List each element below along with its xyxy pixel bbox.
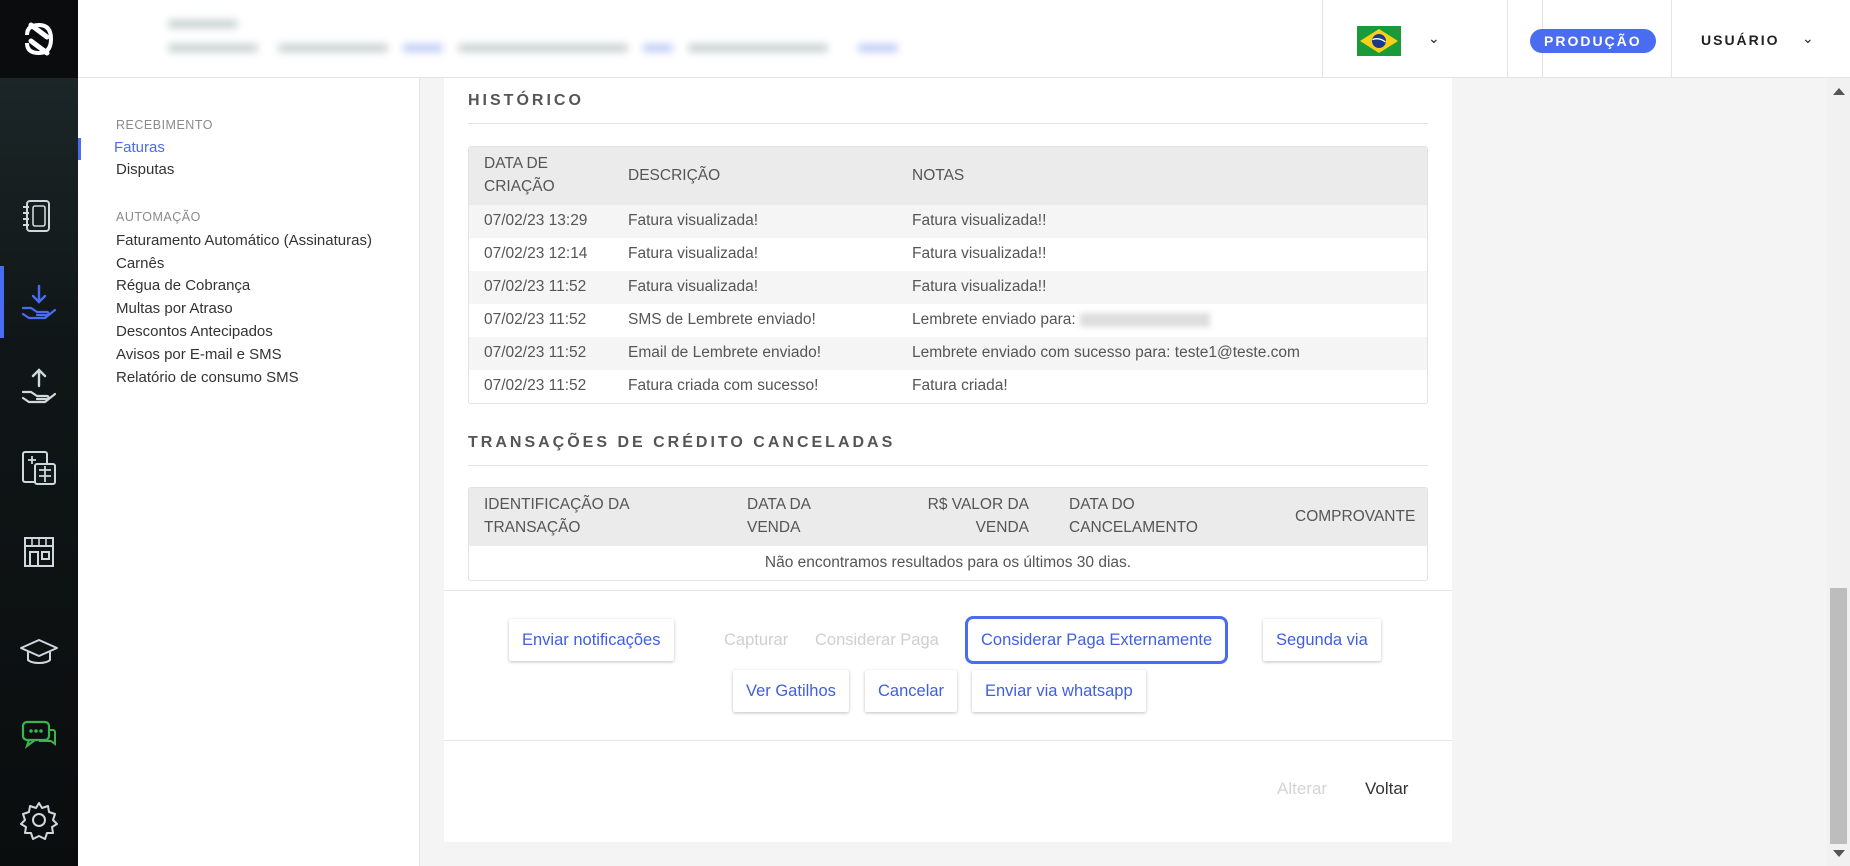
table-row: 07/02/23 12:14 Fatura visualizada! Fatur…: [469, 238, 1427, 271]
history-section-title: HISTÓRICO: [468, 92, 584, 109]
cell-notes: Lembrete enviado com sucesso para: teste…: [912, 344, 1300, 361]
sidebar-item-faturas[interactable]: Faturas: [114, 139, 165, 156]
cell-description: Fatura criada com sucesso!: [628, 377, 819, 394]
column-header-description: DESCRIÇÃO: [628, 167, 721, 184]
chat-support-icon[interactable]: [0, 700, 78, 772]
table-body: 07/02/23 13:29 Fatura visualizada! Fatur…: [469, 205, 1427, 403]
cell-notes: Fatura criada!: [912, 377, 1008, 394]
column-header-receipt: COMPROVANTE: [1295, 508, 1416, 525]
active-indicator: [78, 138, 81, 160]
user-chevron-down-icon[interactable]: ⌄: [1802, 30, 1814, 47]
scroll-up-arrow-icon[interactable]: [1833, 88, 1845, 95]
view-triggers-button[interactable]: Ver Gatilhos: [733, 670, 849, 712]
sidebar-item-carnes[interactable]: Carnês: [116, 255, 164, 272]
sidebar-item-regua-de-cobranca[interactable]: Régua de Cobrança: [116, 277, 250, 294]
column-header-cancel-date: DATA DO CANCELAMENTO: [1069, 496, 1198, 536]
history-table: DATA DE CRIAÇÃO DESCRIÇÃO NOTAS 07/02/23…: [468, 146, 1428, 404]
graduation-cap-icon[interactable]: [0, 616, 78, 688]
sidebar-item-descontos-antecipados[interactable]: Descontos Antecipados: [116, 323, 273, 340]
cell-notes: Fatura visualizada!!: [912, 212, 1047, 229]
cell-date: 07/02/23 11:52: [484, 311, 587, 328]
settings-gear-icon[interactable]: [0, 784, 78, 856]
brazil-flag-icon[interactable]: [1357, 26, 1401, 56]
back-button[interactable]: Voltar: [1365, 779, 1408, 799]
table-header: DATA DE CRIAÇÃO DESCRIÇÃO NOTAS: [469, 147, 1427, 205]
table-row: 07/02/23 13:29 Fatura visualizada! Fatur…: [469, 205, 1427, 238]
cell-notes: Fatura visualizada!!: [912, 278, 1047, 295]
cell-date: 07/02/23 11:52: [484, 344, 587, 361]
app-logo-icon[interactable]: [0, 0, 78, 78]
sidebar-item-relatorio-sms[interactable]: Relatório de consumo SMS: [116, 369, 299, 386]
sidebar-item-disputas[interactable]: Disputas: [116, 161, 174, 178]
top-header: ⌄ PRODUÇÃO USUÁRIO ⌄: [78, 0, 1850, 78]
environment-badge[interactable]: PRODUÇÃO: [1530, 29, 1656, 53]
sidebar-section-title: RECEBIMENTO: [116, 118, 213, 132]
cell-date: 07/02/23 11:52: [484, 377, 587, 394]
mark-paid-externally-button[interactable]: Considerar Paga Externamente: [964, 616, 1229, 664]
cell-notes: Fatura visualizada!!: [912, 245, 1047, 262]
second-copy-button[interactable]: Segunda via: [1263, 619, 1381, 661]
cell-description: Fatura visualizada!: [628, 212, 759, 229]
receive-money-icon[interactable]: [0, 266, 78, 338]
sidebar-section-title: AUTOMAÇÃO: [116, 210, 201, 224]
invoice-detail-card: HISTÓRICO DATA DE CRIAÇÃO DESCRIÇÃO NOTA…: [444, 78, 1452, 842]
sidebar-item-avisos-email-sms[interactable]: Avisos por E-mail e SMS: [116, 346, 282, 363]
column-header-notes: NOTAS: [912, 167, 965, 184]
canceled-transactions-table: IDENTIFICAÇÃO DA TRANSAÇÃO DATA DA VENDA…: [468, 487, 1428, 581]
canceled-transactions-section-title: TRANSAÇÕES DE CRÉDITO CANCELADAS: [468, 434, 896, 451]
scroll-down-arrow-icon[interactable]: [1833, 850, 1845, 857]
table-row: 07/02/23 11:52 Fatura criada com sucesso…: [469, 370, 1427, 403]
redacted-phone: [1079, 312, 1210, 327]
table-row: 07/02/23 11:52 SMS de Lembrete enviado! …: [469, 304, 1427, 337]
cell-date: 07/02/23 12:14: [484, 245, 588, 262]
cancel-invoice-button[interactable]: Cancelar: [865, 670, 958, 712]
cell-description: Email de Lembrete enviado!: [628, 344, 822, 361]
send-notifications-button[interactable]: Enviar notificações: [509, 619, 674, 661]
cell-description: Fatura visualizada!: [628, 245, 759, 262]
table-header: IDENTIFICAÇÃO DA TRANSAÇÃO DATA DA VENDA…: [469, 488, 1427, 546]
scrollbar-thumb[interactable]: [1830, 588, 1847, 844]
mark-paid-button[interactable]: Considerar Paga: [802, 619, 952, 661]
column-header-date: DATA DE CRIAÇÃO: [484, 155, 555, 195]
calculator-icon[interactable]: [0, 432, 78, 504]
vertical-scrollbar[interactable]: [1827, 78, 1850, 866]
cell-date: 07/02/23 13:29: [484, 212, 588, 229]
redacted-breadcrumb: [168, 14, 968, 64]
send-money-icon[interactable]: [0, 350, 78, 422]
sidebar-nav: RECEBIMENTO Faturas Disputas AUTOMAÇÃO F…: [78, 78, 420, 866]
empty-state-message: Não encontramos resultados para os últim…: [764, 554, 1132, 571]
sidebar-item-multas-por-atraso[interactable]: Multas por Atraso: [116, 300, 233, 317]
column-header-transaction-id: IDENTIFICAÇÃO DA TRANSAÇÃO: [484, 496, 630, 536]
sidebar-item-faturamento-automatico[interactable]: Faturamento Automático (Assinaturas): [116, 232, 372, 249]
column-header-sale-amount: R$ VALOR DA VENDA: [927, 496, 1029, 536]
send-whatsapp-button[interactable]: Enviar via whatsapp: [972, 670, 1146, 712]
table-row: 07/02/23 11:52 Email de Lembrete enviado…: [469, 337, 1427, 370]
user-menu[interactable]: USUÁRIO: [1701, 32, 1780, 48]
icon-rail: [0, 0, 78, 866]
cell-description: SMS de Lembrete enviado!: [628, 311, 816, 328]
capture-button[interactable]: Capturar: [711, 619, 802, 661]
store-icon[interactable]: [0, 516, 78, 588]
cell-date: 07/02/23 11:52: [484, 278, 587, 295]
table-row: 07/02/23 11:52 Fatura visualizada! Fatur…: [469, 271, 1427, 304]
edit-button[interactable]: Alterar: [1277, 779, 1327, 799]
invoice-book-icon[interactable]: [0, 180, 78, 252]
column-header-sale-date: DATA DA VENDA: [747, 496, 812, 536]
cell-description: Fatura visualizada!: [628, 278, 759, 295]
cell-notes-text: Lembrete enviado para:: [912, 311, 1076, 328]
cell-notes: Lembrete enviado para:: [912, 311, 1210, 329]
language-chevron-down-icon[interactable]: ⌄: [1428, 30, 1440, 47]
